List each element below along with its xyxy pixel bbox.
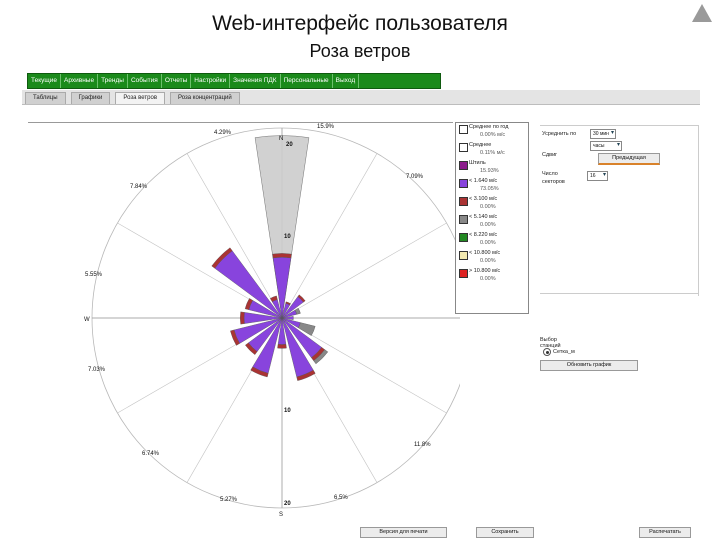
- rose-sectors: [211, 135, 329, 381]
- sectors-select[interactable]: 16: [587, 171, 608, 181]
- chart-legend: Среднее по год 0.00% м/с Среднее 0.11% м/с Ш…: [455, 122, 529, 314]
- tab-concentration-rose[interactable]: Роза концентраций: [170, 92, 240, 104]
- ring-label: 20: [286, 142, 293, 148]
- sector-bin: [240, 311, 245, 325]
- menu-item-pdk[interactable]: Значения ПДК: [230, 74, 281, 88]
- legend-swatch: [459, 251, 468, 260]
- station-radio[interactable]: [543, 348, 551, 356]
- legend-percent: 73.05%: [480, 186, 499, 192]
- ring-label: 20: [284, 501, 291, 507]
- sector-percent-label: 4.29%: [214, 130, 232, 136]
- legend-label: < 10.800 м/с: [469, 250, 501, 256]
- legend-percent: 0.00%: [480, 276, 496, 282]
- menu-item-settings[interactable]: Настройки: [191, 74, 231, 88]
- period-select[interactable]: 30 мин: [590, 129, 616, 139]
- direction-label: N: [279, 136, 283, 142]
- sector-percent-label: 6.5%: [334, 495, 348, 501]
- legend-percent: 0.00%: [480, 258, 496, 264]
- direction-label: S: [279, 512, 283, 518]
- menu-item-events[interactable]: События: [128, 74, 162, 88]
- legend-swatch: [459, 143, 468, 152]
- print-button[interactable]: Распечатать: [639, 527, 691, 538]
- slide-title: Web-интерфейс пользователя: [212, 12, 508, 35]
- shift-label: Сдвиг: [542, 152, 558, 158]
- legend-swatch: [459, 269, 468, 278]
- menu-item-archive[interactable]: Архивные: [61, 74, 99, 88]
- legend-label: Среднее по год: [469, 124, 509, 130]
- sector-bin: [272, 257, 292, 319]
- station-option: Сетка_м: [553, 349, 575, 355]
- legend-label: Штиль: [469, 160, 486, 166]
- legend-swatch: [459, 125, 468, 134]
- legend-swatch: [459, 197, 468, 206]
- nav-up-icon[interactable]: [692, 4, 712, 22]
- sector-bin: [277, 344, 287, 349]
- slide-subtitle: Роза ветров: [309, 41, 411, 61]
- tab-tables[interactable]: Таблицы: [25, 92, 66, 104]
- tab-graphs[interactable]: Графики: [70, 92, 111, 104]
- legend-swatch: [459, 161, 468, 170]
- control-panel: Усреднить по 30 мин часы Сдвиг Предыдуща…: [540, 125, 699, 296]
- print-version-button[interactable]: Версия для печати: [360, 527, 447, 538]
- menu-item-trends[interactable]: Тренды: [98, 74, 128, 88]
- prev-button[interactable]: Предыдущая: [598, 153, 660, 165]
- legend-label: > 10.800 м/с: [469, 268, 501, 274]
- menu-item-reports[interactable]: Отчеты: [162, 74, 192, 88]
- sub-tabs: Таблицы Графики Роза ветров Роза концент…: [22, 90, 700, 105]
- sector-percent-label: 6.74%: [142, 451, 160, 457]
- legend-swatch: [459, 215, 468, 224]
- legend-item: < 1.640 м/с 73.05%: [456, 177, 528, 195]
- legend-item: < 3.100 м/с 0.00%: [456, 195, 528, 213]
- sector-percent-label: 7.09%: [406, 174, 424, 180]
- legend-percent: 0.00%: [480, 204, 496, 210]
- sector-percent-label: 7.84%: [130, 184, 148, 190]
- sector-percent-label: 11.8%: [414, 442, 431, 448]
- legend-percent: 0.00%: [480, 222, 496, 228]
- legend-label: Среднее: [469, 142, 492, 148]
- legend-percent: 0.00%: [480, 240, 496, 246]
- sector-percent-label: 5.27%: [220, 497, 238, 503]
- legend-percent: 15.93%: [480, 168, 499, 174]
- tab-wind-rose[interactable]: Роза ветров: [115, 92, 166, 104]
- legend-label: < 3.100 м/с: [469, 196, 498, 202]
- menu-item-current[interactable]: Текущие: [28, 74, 61, 88]
- legend-item: < 10.800 м/с 0.00%: [456, 249, 528, 267]
- legend-item: Среднее по год 0.00% м/с: [456, 123, 528, 141]
- legend-label: < 1.640 м/с: [469, 178, 498, 184]
- sector-percent-label: 7.03%: [88, 367, 106, 373]
- legend-item: > 10.800 м/с 0.00%: [456, 267, 528, 285]
- legend-item: Штиль 15.93%: [456, 159, 528, 177]
- station-label: Выбор станций: [540, 337, 561, 349]
- legend-item: Среднее 0.11% м/с: [456, 141, 528, 159]
- type-select[interactable]: часы: [590, 141, 622, 151]
- legend-swatch: [459, 179, 468, 188]
- period-label: Усреднить по: [542, 131, 577, 137]
- legend-item: < 5.140 м/с 0.00%: [456, 213, 528, 231]
- divider: [540, 293, 698, 294]
- ring-label: 10: [284, 234, 291, 240]
- sector-bin: [243, 312, 283, 324]
- refresh-graph-button[interactable]: Обновить график: [540, 360, 638, 371]
- legend-item: < 8.220 м/с 0.00%: [456, 231, 528, 249]
- sector-bin: [272, 253, 292, 259]
- legend-percent: 0.11% м/с: [480, 150, 505, 156]
- legend-swatch: [459, 233, 468, 242]
- save-button[interactable]: Сохранить: [476, 527, 534, 538]
- grid-spoke: [281, 222, 447, 319]
- ring-label: 10: [284, 408, 291, 414]
- sector-percent-label: 5.55%: [85, 272, 103, 278]
- menu-item-personal[interactable]: Персональные: [281, 74, 333, 88]
- legend-label: < 5.140 м/с: [469, 214, 498, 220]
- direction-label: W: [84, 317, 90, 323]
- wind-rose-chart: 201001020NWS15.9%7.09%0.88%6.68%11.8%6.5…: [84, 124, 460, 518]
- sectors-label: Число секторов: [542, 171, 565, 185]
- legend-label: < 8.220 м/с: [469, 232, 498, 238]
- legend-percent: 0.00% м/с: [480, 132, 506, 138]
- menu-item-exit[interactable]: Выход: [333, 74, 360, 88]
- main-menu: Текущие Архивные Тренды События Отчеты Н…: [27, 73, 441, 89]
- sector-percent-label: 15.9%: [317, 124, 335, 130]
